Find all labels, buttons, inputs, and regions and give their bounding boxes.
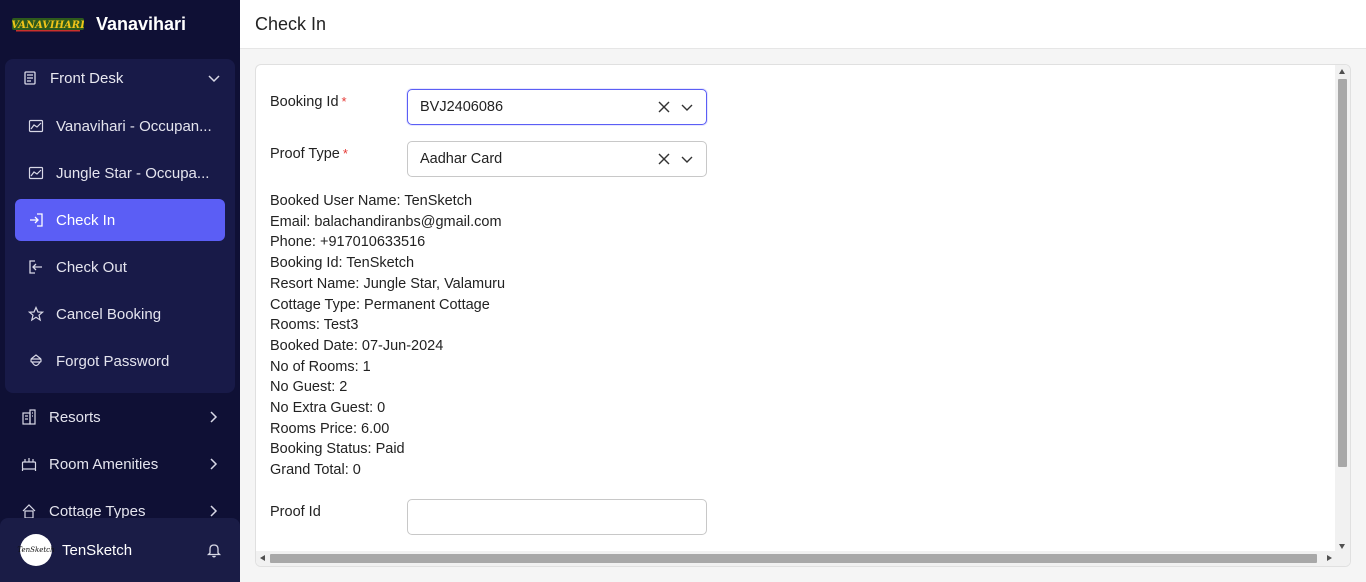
sidebar-item-label: Check Out: [56, 258, 127, 276]
building-icon: [21, 409, 37, 425]
proof-id-input[interactable]: [407, 499, 707, 535]
chevron-right-icon: [206, 504, 220, 518]
detail-cottage-type: Cottage Type: Permanent Cottage: [270, 296, 490, 313]
scroll-right-arrow-icon[interactable]: [1327, 555, 1332, 561]
sidebar-item-check-out[interactable]: Check Out: [15, 246, 225, 288]
horizontal-scrollbar[interactable]: [256, 551, 1350, 566]
detail-rooms: Rooms: Test3: [270, 317, 359, 334]
detail-rooms-price: Rooms Price: 6.00: [270, 420, 390, 437]
avatar: TenSketch: [17, 534, 55, 566]
clear-icon[interactable]: [658, 101, 670, 113]
front-desk-label: Front Desk: [50, 69, 124, 87]
brand[interactable]: VANAVIHARI Vanavihari: [0, 0, 240, 48]
sidebar-item-label: Cancel Booking: [56, 305, 162, 323]
chart-icon: [28, 165, 44, 181]
proof-type-label: Proof Type *: [270, 146, 348, 162]
sidebar-item-label: Resorts: [49, 408, 101, 426]
chevron-down-icon[interactable]: [680, 100, 694, 114]
proof-id-label: Proof Id: [270, 504, 321, 520]
proof-type-select[interactable]: Aadhar Card: [407, 141, 707, 177]
detail-booked-date: Booked Date: 07-Jun-2024: [270, 337, 444, 354]
detail-grand-total: Grand Total: 0: [270, 462, 361, 479]
login-icon: [28, 212, 44, 228]
sidebar: VANAVIHARI Vanavihari Front Desk Vanavih…: [0, 0, 240, 582]
detail-email: Email: balachandiranbs@gmail.com: [270, 213, 502, 230]
detail-booking-status: Booking Status: Paid: [270, 441, 405, 458]
sidebar-item-label: Room Amenities: [49, 455, 159, 473]
avatar-text: TenSketch: [17, 546, 55, 554]
sidebar-item-label: Forgot Password: [56, 352, 170, 370]
detail-booking-id: Booking Id: TenSketch: [270, 255, 415, 272]
user-lock-icon: [28, 353, 44, 369]
booking-id-label: Booking Id *: [270, 94, 347, 110]
detail-no-of-rooms: No of Rooms: 1: [270, 358, 371, 375]
app-name: Vanavihari: [96, 13, 187, 34]
vertical-scrollbar[interactable]: [1335, 65, 1350, 553]
booking-id-select[interactable]: BVJ2406086: [407, 89, 707, 125]
sidebar-item-forgot-password[interactable]: Forgot Password: [15, 340, 225, 382]
booking-id-value: BVJ2406086: [420, 99, 504, 115]
required-marker: *: [341, 94, 347, 109]
sidebar-item-label: Jungle Star - Occupa...: [56, 164, 210, 182]
user-name: TenSketch: [62, 541, 133, 559]
bell-icon[interactable]: [206, 542, 222, 558]
sidebar-item-check-in[interactable]: Check In: [15, 199, 225, 241]
scroll-left-arrow-icon[interactable]: [260, 555, 265, 561]
page-title: Check In: [255, 13, 327, 34]
chevron-down-icon[interactable]: [680, 152, 694, 166]
clear-icon[interactable]: [658, 153, 670, 165]
booking-details: Booked User Name: TenSketch Email: balac…: [270, 191, 505, 481]
chevron-right-icon: [206, 457, 220, 471]
proof-type-label-text: Proof Type: [270, 146, 340, 162]
proof-type-value: Aadhar Card: [420, 151, 503, 167]
check-in-form-card: Booking Id * BVJ2406086 Proof Type * Aadha…: [255, 64, 1351, 567]
sidebar-item-room-amenities[interactable]: Room Amenities: [0, 444, 240, 484]
sidebar-item-jungle-star-occupancy[interactable]: Jungle Star - Occupa...: [15, 152, 225, 194]
desk-icon: [22, 70, 38, 86]
sidebar-item-label: Check In: [56, 211, 116, 229]
detail-booked-user-name: Booked User Name: TenSketch: [270, 193, 473, 209]
page-header: Check In: [240, 0, 1366, 49]
amenity-icon: [21, 456, 37, 472]
sidebar-item-label: Vanavihari - Occupan...: [56, 117, 212, 135]
cottage-icon: [21, 503, 37, 519]
chevron-right-icon: [206, 410, 220, 424]
detail-no-guest: No Guest: 2: [270, 379, 348, 396]
star-icon: [27, 306, 45, 322]
detail-no-extra-guest: No Extra Guest: 0: [270, 400, 386, 417]
scroll-down-arrow-icon[interactable]: [1339, 544, 1345, 549]
sidebar-item-label: Cottage Types: [49, 502, 146, 520]
sidebar-item-cancel-booking[interactable]: Cancel Booking: [15, 293, 225, 335]
chart-icon: [28, 118, 44, 134]
chevron-down-icon: [207, 71, 221, 85]
booking-id-label-text: Booking Id: [270, 94, 339, 110]
required-marker: *: [342, 146, 348, 161]
detail-resort-name: Resort Name: Jungle Star, Valamuru: [270, 275, 506, 292]
front-desk-toggle[interactable]: Front Desk: [5, 59, 235, 97]
vertical-scroll-thumb[interactable]: [1338, 79, 1347, 467]
detail-phone: Phone: +917010633516: [270, 234, 426, 251]
horizontal-scroll-thumb[interactable]: [270, 554, 1317, 563]
sidebar-item-resorts[interactable]: Resorts: [0, 397, 240, 437]
front-desk-group: Front Desk Vanavihari - Occupan... Jungl…: [5, 59, 235, 393]
user-profile-bar[interactable]: TenSketch TenSketch: [0, 518, 240, 582]
sidebar-item-vanavihari-occupancy[interactable]: Vanavihari - Occupan...: [15, 105, 225, 147]
scroll-up-arrow-icon[interactable]: [1339, 69, 1345, 74]
vanavihari-logo: VANAVIHARI: [11, 15, 85, 33]
logout-icon: [28, 259, 44, 275]
svg-text:VANAVIHARI: VANAVIHARI: [12, 20, 84, 31]
